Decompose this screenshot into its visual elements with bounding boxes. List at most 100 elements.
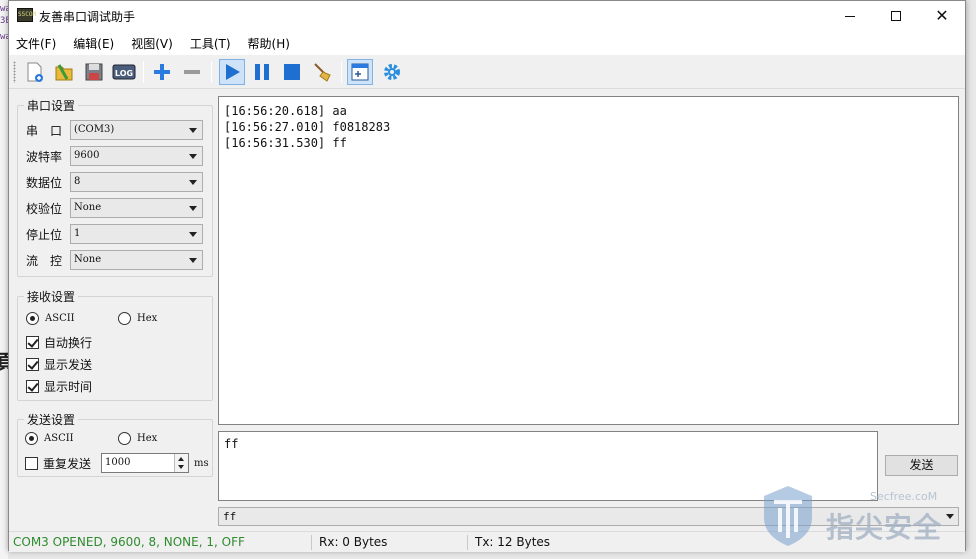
status-divider bbox=[467, 535, 468, 550]
auto-newline-row: 自动换行 bbox=[26, 334, 92, 351]
repeat-send-checkbox[interactable]: 重复发送 bbox=[25, 455, 91, 472]
chevron-down-icon bbox=[189, 206, 197, 211]
minimize-icon bbox=[845, 15, 855, 17]
pause-icon bbox=[255, 64, 269, 80]
flow-value: None bbox=[74, 254, 102, 265]
stopbits-select[interactable]: 1 bbox=[70, 224, 203, 244]
repeat-interval-spinner[interactable]: 1000 bbox=[101, 453, 189, 473]
repeat-row: 重复发送 bbox=[25, 455, 91, 472]
send-hex-radio[interactable]: Hex bbox=[118, 432, 157, 445]
baud-select[interactable]: 9600 bbox=[70, 146, 203, 166]
spinner-buttons[interactable] bbox=[174, 454, 188, 472]
new-file-button[interactable] bbox=[21, 59, 47, 85]
send-history-value: ff bbox=[223, 510, 237, 523]
minimize-button[interactable] bbox=[827, 1, 873, 31]
receive-hex-radio[interactable]: Hex bbox=[118, 312, 157, 325]
serial-settings-title: 串口设置 bbox=[24, 97, 79, 114]
auto-newline-checkbox[interactable]: 自动换行 bbox=[26, 334, 92, 351]
auto-newline-label: 自动换行 bbox=[44, 336, 93, 350]
checkbox-checked-icon bbox=[26, 336, 39, 349]
svg-text:LOG: LOG bbox=[115, 69, 133, 78]
spinner-up-icon[interactable] bbox=[178, 457, 184, 461]
maximize-icon bbox=[891, 11, 901, 21]
log-line: [16:56:27.010] f0818283 bbox=[224, 120, 391, 134]
receive-ascii-radio[interactable]: ASCII bbox=[26, 312, 118, 325]
checkbox-checked-icon bbox=[26, 358, 39, 371]
window-title: 友善串口调试助手 bbox=[39, 10, 136, 24]
stopbits-row: 停止位 1 bbox=[26, 224, 203, 244]
log-line: [16:56:31.530] ff bbox=[224, 136, 347, 150]
parity-value: None bbox=[74, 202, 102, 213]
show-send-label: 显示发送 bbox=[44, 358, 93, 372]
broom-icon bbox=[314, 63, 331, 82]
send-button[interactable]: 发送 bbox=[885, 455, 958, 476]
menu-edit[interactable]: 编辑(E) bbox=[73, 35, 123, 52]
menu-help[interactable]: 帮助(H) bbox=[248, 35, 299, 52]
repeat-interval-value: 1000 bbox=[105, 457, 131, 468]
port-value: (COM3) bbox=[74, 124, 115, 135]
receive-settings-title: 接收设置 bbox=[24, 288, 79, 305]
send-settings-group: 发送设置 ASCII Hex 重复发送 1000 ms bbox=[17, 411, 213, 477]
open-file-button[interactable] bbox=[51, 59, 77, 85]
receive-log-pane[interactable]: [16:56:20.618] aa [16:56:27.010] f081828… bbox=[218, 96, 959, 425]
radio-empty-icon bbox=[118, 312, 131, 325]
send-ascii-radio[interactable]: ASCII bbox=[25, 432, 118, 445]
start-button[interactable] bbox=[219, 59, 245, 85]
baud-label: 波特率 bbox=[26, 149, 63, 164]
close-icon: ✕ bbox=[935, 6, 949, 25]
checkbox-checked-icon bbox=[26, 380, 39, 393]
send-input[interactable]: ff bbox=[218, 431, 878, 501]
new-file-icon bbox=[27, 62, 43, 82]
toolbar-grip bbox=[13, 61, 16, 83]
databits-value: 8 bbox=[74, 176, 81, 187]
background-desktop: wa 3E wa 頁 bbox=[0, 0, 16, 559]
app-icon: SSCOM bbox=[17, 8, 36, 22]
settings-button[interactable] bbox=[379, 59, 405, 85]
chevron-down-icon bbox=[189, 232, 197, 237]
title-bar[interactable]: SSCOM 友善串口调试助手 ✕ bbox=[9, 1, 965, 31]
send-history-select[interactable]: ff bbox=[218, 507, 959, 526]
stop-icon bbox=[284, 64, 300, 80]
show-send-checkbox[interactable]: 显示发送 bbox=[26, 356, 92, 373]
minus-icon bbox=[184, 70, 200, 74]
stop-button[interactable] bbox=[279, 59, 305, 85]
flow-select[interactable]: None bbox=[70, 250, 203, 270]
toolbar-separator bbox=[143, 61, 144, 83]
chevron-down-icon bbox=[189, 128, 197, 133]
show-time-label: 显示时间 bbox=[44, 380, 93, 394]
databits-select[interactable]: 8 bbox=[70, 172, 203, 192]
parity-select[interactable]: None bbox=[70, 198, 203, 218]
window-layout-icon bbox=[351, 63, 369, 81]
chevron-down-icon bbox=[189, 258, 197, 263]
log-button[interactable]: LOG bbox=[111, 59, 137, 85]
close-button[interactable]: ✕ bbox=[919, 1, 965, 31]
play-icon bbox=[226, 64, 240, 80]
menu-tools[interactable]: 工具(T) bbox=[190, 35, 240, 52]
toolbar-separator bbox=[341, 61, 342, 83]
flow-label: 流 控 bbox=[26, 253, 63, 268]
remove-button[interactable] bbox=[179, 59, 205, 85]
log-icon: LOG bbox=[112, 64, 136, 80]
interval-unit: ms bbox=[194, 458, 209, 469]
show-time-checkbox[interactable]: 显示时间 bbox=[26, 378, 92, 395]
menu-file[interactable]: 文件(F) bbox=[16, 35, 65, 52]
baud-row: 波特率 9600 bbox=[26, 146, 203, 166]
spinner-down-icon[interactable] bbox=[178, 465, 184, 469]
layout-toggle-button[interactable] bbox=[347, 59, 373, 85]
parity-row: 校验位 None bbox=[26, 198, 203, 218]
maximize-button[interactable] bbox=[873, 1, 919, 31]
save-button[interactable] bbox=[81, 59, 107, 85]
send-hex-label: Hex bbox=[137, 433, 158, 444]
gear-icon bbox=[384, 64, 400, 80]
radio-empty-icon bbox=[118, 432, 131, 445]
port-label: 串 口 bbox=[26, 123, 63, 138]
clear-button[interactable] bbox=[309, 59, 335, 85]
app-window: SSCOM 友善串口调试助手 ✕ 文件(F) 编辑(E) 视图(V) 工具(T)… bbox=[8, 0, 966, 552]
add-button[interactable] bbox=[149, 59, 175, 85]
toolbar-separator bbox=[211, 61, 212, 83]
menu-view[interactable]: 视图(V) bbox=[131, 35, 182, 52]
receive-settings-group: 接收设置 ASCII Hex 自动换行 显示发送 显示时间 bbox=[17, 288, 213, 401]
port-select[interactable]: (COM3) bbox=[70, 120, 203, 140]
pause-button[interactable] bbox=[249, 59, 275, 85]
status-divider bbox=[311, 535, 312, 550]
